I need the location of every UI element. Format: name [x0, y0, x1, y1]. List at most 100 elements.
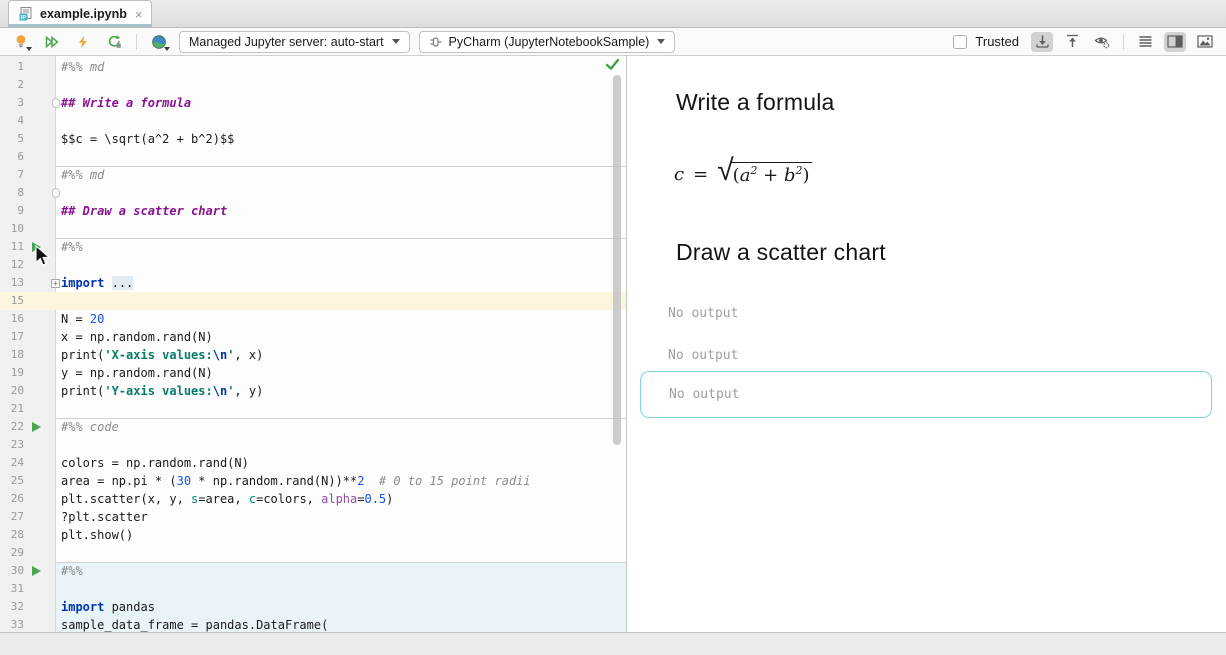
editor-lines: 1#%% md23## Write a formula45$$c = \sqrt…: [0, 56, 626, 632]
editor-line[interactable]: 23: [0, 436, 626, 454]
code-token: c: [249, 492, 256, 506]
selected-cell-output-box[interactable]: No output: [640, 371, 1212, 418]
managed-server-globe-button[interactable]: [148, 32, 170, 52]
notebook-preview-pane[interactable]: Write a formula c = √ (a2 + b2) Draw a s…: [627, 56, 1226, 632]
code-token: sample_data_frame = pandas.DataFrame(: [61, 618, 328, 632]
editor-line[interactable]: 3## Write a formula: [0, 94, 626, 112]
saved-checkmark-icon: [605, 58, 620, 71]
main-split-area: 1#%% md23## Write a formula45$$c = \sqrt…: [0, 56, 1226, 632]
editor-line[interactable]: 7#%% md: [0, 166, 626, 184]
view-settings-eye-button[interactable]: [1091, 32, 1113, 52]
code-token: \n: [213, 348, 227, 362]
editor-line[interactable]: 28plt.show(): [0, 526, 626, 544]
jupyter-server-dropdown[interactable]: Managed Jupyter server: auto-start: [179, 31, 410, 53]
editor-line[interactable]: 21: [0, 400, 626, 418]
code-token: , x): [234, 348, 263, 362]
editor-line[interactable]: 17x = np.random.rand(N): [0, 328, 626, 346]
editor-line[interactable]: 25area = np.pi * (30 * np.random.rand(N)…: [0, 472, 626, 490]
fold-marker-icon[interactable]: [52, 188, 60, 198]
expand-outputs-button[interactable]: [1061, 32, 1083, 52]
split-view-button[interactable]: [1164, 32, 1186, 52]
line-number: 25: [0, 472, 24, 490]
execute-lightning-button[interactable]: [72, 32, 94, 52]
line-number: 18: [0, 346, 24, 364]
editor-line[interactable]: 15: [0, 292, 626, 310]
chevron-down-icon: [657, 39, 665, 44]
editor-only-view-button[interactable]: [1134, 32, 1156, 52]
line-number: 1: [0, 58, 24, 76]
editor-line[interactable]: 1#%% md: [0, 58, 626, 76]
editor-line[interactable]: 4: [0, 112, 626, 130]
line-number: 15: [0, 292, 24, 310]
editor-line[interactable]: 30#%%: [0, 562, 626, 580]
editor-line[interactable]: 19 y = np.random.rand(N): [0, 364, 626, 382]
trusted-checkbox[interactable]: [953, 35, 967, 49]
quick-fix-bulb-button[interactable]: [10, 32, 32, 52]
plug-icon: [429, 35, 443, 49]
editor-line[interactable]: 2: [0, 76, 626, 94]
line-number: 27: [0, 508, 24, 526]
code-token: ?plt.scatter: [61, 510, 148, 524]
preview-only-view-button[interactable]: [1194, 32, 1216, 52]
formula-plus: +: [757, 165, 784, 186]
editor-line[interactable]: 24colors = np.random.rand(N): [0, 454, 626, 472]
tab-example-ipynb[interactable]: IP example.ipynb ×: [8, 0, 152, 27]
editor-line[interactable]: 27 ?plt.scatter: [0, 508, 626, 526]
ipynb-file-icon: IP: [18, 6, 34, 22]
editor-line[interactable]: 32import pandas: [0, 598, 626, 616]
rendered-formula: c = √ (a2 + b2): [674, 159, 812, 189]
editor-line[interactable]: 8: [0, 184, 626, 202]
line-number: 19: [0, 364, 24, 382]
mouse-cursor-icon: [34, 245, 49, 267]
code-token: y = np.random.rand(N): [61, 366, 213, 380]
editor-line[interactable]: 5$$c = \sqrt(a^2 + b^2)$$: [0, 130, 626, 148]
code-token: import: [61, 276, 104, 290]
notebook-toolbar: Managed Jupyter server: auto-start PyCha…: [0, 28, 1226, 56]
code-token: [104, 276, 111, 290]
code-token: 30: [177, 474, 191, 488]
editor-line[interactable]: 22#%% code: [0, 418, 626, 436]
editor-line[interactable]: 29: [0, 544, 626, 562]
code-token: 20: [90, 312, 104, 326]
line-number: 5: [0, 130, 24, 148]
code-editor-pane[interactable]: 1#%% md23## Write a formula45$$c = \sqrt…: [0, 56, 627, 632]
editor-line[interactable]: 6: [0, 148, 626, 166]
editor-tab-bar: IP example.ipynb ×: [0, 0, 1226, 28]
interpreter-dropdown[interactable]: PyCharm (JupyterNotebookSample): [419, 31, 676, 53]
run-cell-icon[interactable]: [32, 566, 41, 576]
formula-lhs: c: [674, 164, 684, 185]
editor-line[interactable]: 13import ...: [0, 274, 626, 292]
editor-line[interactable]: 33sample_data_frame = pandas.DataFrame(: [0, 616, 626, 632]
line-number: 10: [0, 220, 24, 238]
fold-marker-icon[interactable]: [51, 279, 60, 288]
trusted-label: Trusted: [975, 34, 1019, 49]
editor-line[interactable]: 16N = 20: [0, 310, 626, 328]
code-token: plt.scatter(x, y,: [61, 492, 191, 506]
editor-line[interactable]: 31: [0, 580, 626, 598]
tab-close-icon[interactable]: ×: [135, 7, 143, 22]
editor-line[interactable]: 10: [0, 220, 626, 238]
fold-marker-icon[interactable]: [52, 98, 60, 108]
editor-line[interactable]: 11#%%: [0, 238, 626, 256]
code-token: plt.show(): [61, 528, 133, 542]
editor-line[interactable]: 18print('X-axis values:\n', x): [0, 346, 626, 364]
jupyter-server-dropdown-label: Managed Jupyter server: auto-start: [189, 35, 384, 49]
editor-line[interactable]: 12: [0, 256, 626, 274]
run-cell-icon[interactable]: [32, 422, 41, 432]
editor-line[interactable]: 9## Draw a scatter chart: [0, 202, 626, 220]
chevron-down-icon: [392, 39, 400, 44]
editor-line[interactable]: 20print('Y-axis values:\n', y): [0, 382, 626, 400]
code-token: x = np.random.rand(N): [61, 330, 213, 344]
code-token: print(: [61, 384, 104, 398]
line-number: 8: [0, 184, 24, 202]
restart-kernel-button[interactable]: [103, 32, 125, 52]
editor-line[interactable]: 26plt.scatter(x, y, s=area, c=colors, al…: [0, 490, 626, 508]
line-number: 16: [0, 310, 24, 328]
editor-scrollbar-thumb[interactable]: [613, 75, 621, 445]
interpreter-dropdown-label: PyCharm (JupyterNotebookSample): [449, 35, 650, 49]
line-number: 13: [0, 274, 24, 292]
formula-open-paren: (: [733, 165, 740, 186]
tab-title: example.ipynb: [40, 7, 127, 21]
run-all-cells-button[interactable]: [41, 32, 63, 52]
collapse-outputs-button[interactable]: [1031, 32, 1053, 52]
